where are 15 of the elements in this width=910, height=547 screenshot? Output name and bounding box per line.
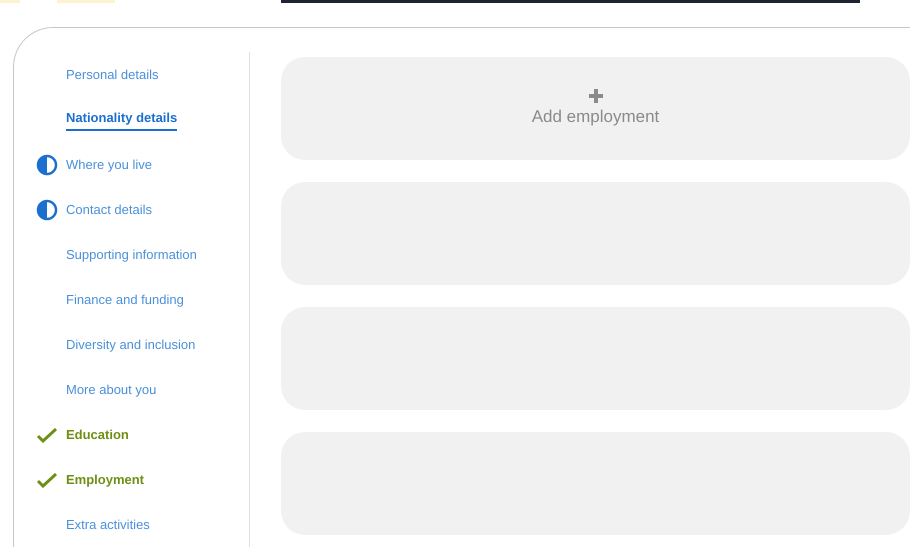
sidebar-link[interactable]: Nationality details bbox=[66, 108, 178, 131]
sidebar-link[interactable]: Where you live bbox=[66, 154, 152, 174]
sidebar-link[interactable]: More about you bbox=[66, 380, 156, 400]
sidebar-link[interactable]: Finance and funding bbox=[66, 290, 184, 310]
banner-fragment bbox=[57, 0, 115, 3]
sidebar-link[interactable]: Education bbox=[66, 424, 129, 444]
sidebar-link[interactable]: Extra activities bbox=[66, 514, 150, 534]
sidebar-link[interactable]: Diversity and inclusion bbox=[66, 334, 196, 354]
sidebar-link[interactable]: Supporting information bbox=[66, 244, 197, 264]
sidebar-link[interactable]: Contact details bbox=[66, 200, 152, 220]
sidebar-link[interactable]: Personal details bbox=[66, 64, 158, 84]
add-employment-button[interactable]: Add employment bbox=[281, 57, 910, 160]
plus-icon bbox=[588, 88, 604, 104]
banner-fragment bbox=[0, 0, 20, 3]
sidebar-link[interactable]: Employment bbox=[66, 470, 144, 490]
